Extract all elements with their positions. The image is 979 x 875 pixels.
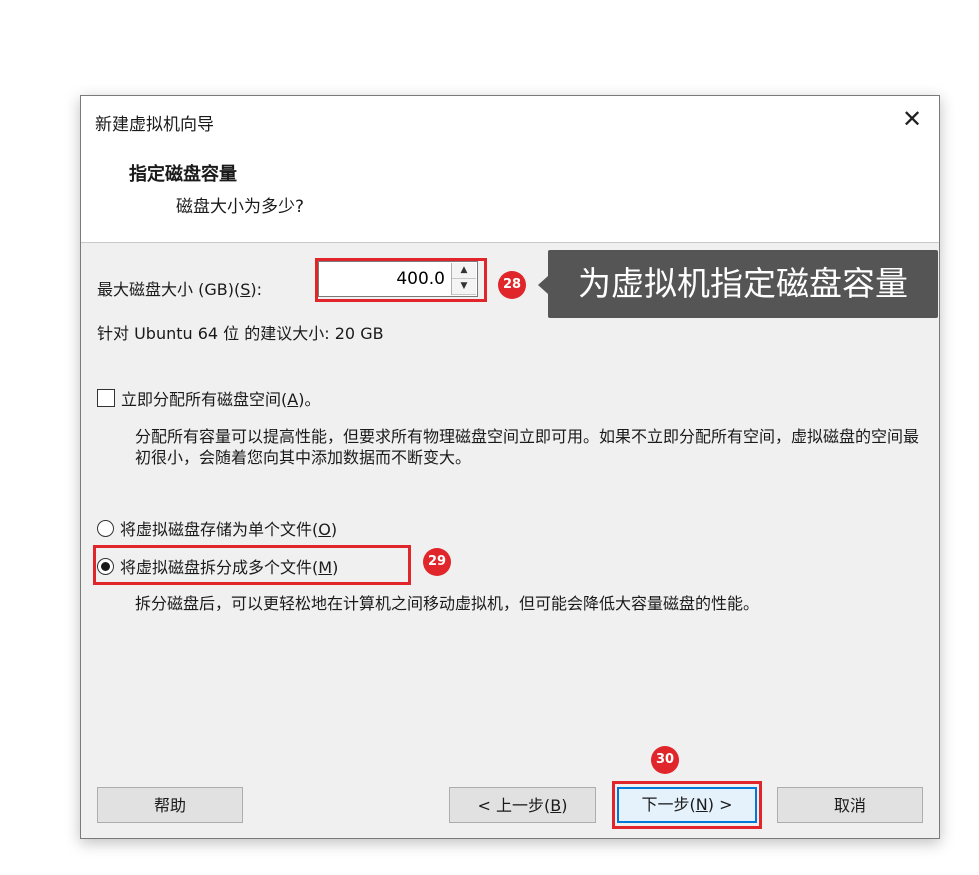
close-icon: ✕: [901, 105, 923, 133]
allocate-now-description: 分配所有容量可以提高性能，但要求所有物理磁盘空间立即可用。如果不立即分配所有空间…: [135, 427, 920, 467]
store-single-file-option[interactable]: 将虚拟磁盘存储为单个文件(O): [97, 516, 337, 540]
store-single-file-radio[interactable]: [97, 519, 114, 537]
store-single-file-label: 将虚拟磁盘存储为单个文件(O): [120, 520, 338, 539]
allocate-now-checkbox[interactable]: [97, 389, 115, 407]
allocate-now-label: 立即分配所有磁盘空间(A)。: [121, 390, 321, 409]
highlight-box-disk-size: [315, 258, 487, 302]
highlight-box-split-option: [93, 545, 411, 585]
step-badge-29: 29: [423, 548, 451, 576]
allocate-now-option[interactable]: 立即分配所有磁盘空间(A)。: [97, 386, 320, 410]
annotation-tooltip: 为虚拟机指定磁盘容量: [548, 250, 938, 318]
highlight-box-next-button: [612, 781, 762, 829]
page-title: 指定磁盘容量: [129, 164, 237, 185]
access-key-s: S: [240, 280, 251, 299]
step-badge-30: 30: [651, 746, 679, 774]
wizard-header: 新建虚拟机向导 ✕ 指定磁盘容量 磁盘大小为多少?: [81, 96, 939, 243]
page-subtitle: 磁盘大小为多少?: [176, 197, 305, 217]
recommended-size-text: 针对 Ubuntu 64 位 的建议大小: 20 GB: [97, 324, 384, 343]
back-button[interactable]: < 上一步(B): [449, 787, 596, 823]
close-button[interactable]: ✕: [895, 104, 929, 134]
window-title: 新建虚拟机向导: [95, 115, 214, 135]
split-multiple-files-description: 拆分磁盘后，可以更轻松地在计算机之间移动虚拟机，但可能会降低大容量磁盘的性能。: [135, 594, 760, 613]
max-disk-size-label: 最大磁盘大小 (GB)(S):: [97, 280, 262, 299]
tooltip-arrow: [538, 276, 548, 294]
help-button[interactable]: 帮助: [97, 787, 243, 823]
cancel-button[interactable]: 取消: [777, 787, 923, 823]
new-vm-wizard-dialog: 新建虚拟机向导 ✕ 指定磁盘容量 磁盘大小为多少? 最大磁盘大小 (GB)(S)…: [80, 95, 940, 839]
step-badge-28: 28: [498, 271, 526, 299]
